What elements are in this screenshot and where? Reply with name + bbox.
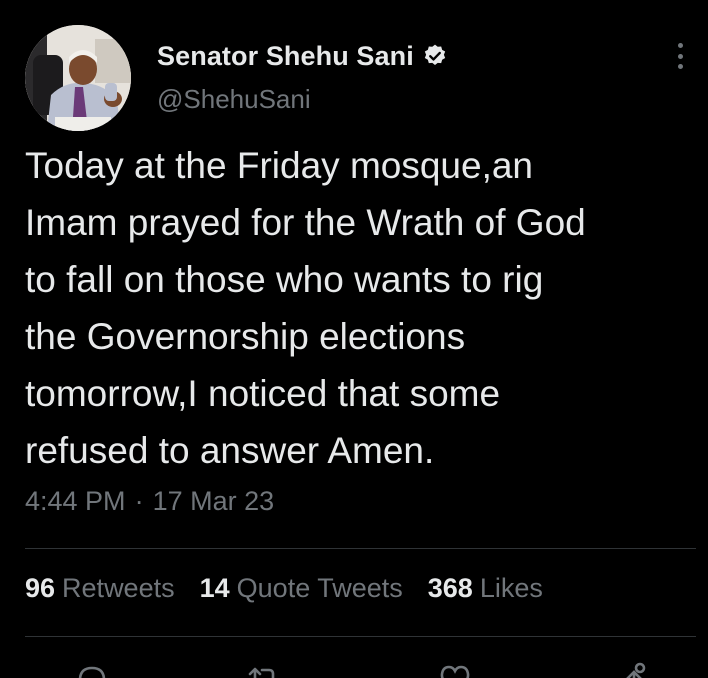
meta-separator: · [134,486,144,516]
avatar[interactable] [25,25,131,131]
quote-tweets-label: Quote Tweets [236,573,403,603]
engagement-stats: 96 Retweets 14 Quote Tweets 368 Likes [25,573,543,604]
quote-tweets-stat[interactable]: 14 Quote Tweets [200,573,403,604]
more-dot-icon [677,53,683,59]
reply-icon[interactable] [72,660,112,678]
retweets-count: 96 [25,573,56,603]
more-dot-icon [677,43,683,48]
retweet-icon[interactable] [244,660,284,678]
author-handle[interactable]: @ShehuSani [157,84,311,115]
more-options-icon[interactable] [670,40,690,72]
action-bar [0,660,708,678]
author-display-name[interactable]: Senator Shehu Sani [157,41,414,72]
more-dot-icon [677,64,683,69]
divider [25,548,696,549]
likes-count: 368 [427,573,473,603]
divider [25,636,696,637]
tweet-timestamp[interactable]: 4:44 PM · 17 Mar 23 [25,486,274,517]
tweet-text: Today at the Friday mosque,an Imam praye… [25,145,586,471]
tweet-time[interactable]: 4:44 PM [25,486,126,517]
like-icon[interactable] [435,660,475,678]
author-name-row[interactable]: Senator Shehu Sani [157,38,448,74]
tweet-date[interactable]: 17 Mar 23 [153,486,275,517]
likes-stat[interactable]: 368 Likes [428,573,543,604]
tweet-detail: Senator Shehu Sani @ShehuSani Today at t… [0,0,708,678]
verified-badge-icon [424,44,446,65]
share-icon[interactable] [614,660,654,678]
quote-tweets-count: 14 [199,573,230,603]
retweets-label: Retweets [62,573,175,603]
likes-label: Likes [479,573,543,603]
retweets-stat[interactable]: 96 Retweets [25,573,175,604]
